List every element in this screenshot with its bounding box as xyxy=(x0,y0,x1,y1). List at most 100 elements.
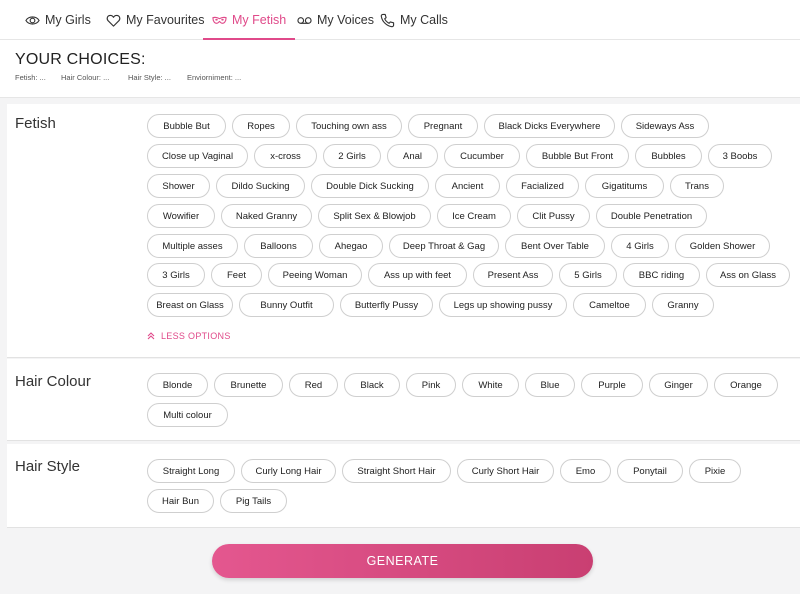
double-chevron-up-icon xyxy=(147,332,155,340)
hair-colour-summary: Hair Colour: ... xyxy=(61,73,110,82)
hair-colour-option[interactable]: Multi colour xyxy=(147,403,228,427)
fetish-option[interactable]: Touching own ass xyxy=(296,114,402,138)
hair-style-option[interactable]: Emo xyxy=(560,459,611,483)
fetish-option[interactable]: Gigatitums xyxy=(585,174,664,198)
fetish-option[interactable]: Bubble But Front xyxy=(526,144,629,168)
fetish-option[interactable]: Ass on Glass xyxy=(706,263,790,287)
fetish-option[interactable]: Facialized xyxy=(506,174,579,198)
hair-style-option[interactable]: Straight Short Hair xyxy=(342,459,451,483)
fetish-option[interactable]: Ropes xyxy=(232,114,290,138)
fetish-option[interactable]: Black Dicks Everywhere xyxy=(484,114,615,138)
fetish-option[interactable]: Bubbles xyxy=(635,144,702,168)
fetish-option[interactable]: Butterfly Pussy xyxy=(340,293,433,317)
fetish-option[interactable]: Breast on Glass xyxy=(147,293,233,317)
fetish-option[interactable]: Sideways Ass xyxy=(621,114,709,138)
eye-icon xyxy=(25,15,40,25)
tab-my-fetish[interactable]: My Fetish xyxy=(202,0,296,40)
choices-summary: YOUR CHOICES: Fetish: ... Hair Colour: .… xyxy=(0,40,800,98)
tab-label: My Fetish xyxy=(232,13,287,27)
top-navigation: My Girls My Favourites My Fetish My Voic… xyxy=(0,0,800,40)
hair-colour-option[interactable]: Red xyxy=(289,373,338,397)
mask-icon xyxy=(212,16,227,24)
fetish-option[interactable]: Balloons xyxy=(244,234,313,258)
fetish-option[interactable]: Golden Shower xyxy=(675,234,770,258)
tab-label: My Voices xyxy=(317,13,374,27)
hair-colour-option[interactable]: White xyxy=(462,373,519,397)
fetish-option[interactable]: Present Ass xyxy=(473,263,553,287)
heart-icon xyxy=(106,14,121,27)
section-title: Fetish xyxy=(15,115,56,132)
hair-colour-option[interactable]: Blue xyxy=(525,373,575,397)
hair-colour-section: Hair Colour xyxy=(7,359,800,441)
fetish-summary: Fetish: ... xyxy=(15,73,46,82)
environment-summary: Enviorniment: ... xyxy=(187,73,242,82)
fetish-option[interactable]: 3 Boobs xyxy=(708,144,772,168)
choices-title: YOUR CHOICES: xyxy=(15,51,146,68)
fetish-option[interactable]: Ice Cream xyxy=(437,204,511,228)
section-title: Hair Style xyxy=(15,458,81,475)
tab-label: My Calls xyxy=(400,13,448,27)
fetish-option[interactable]: Double Dick Sucking xyxy=(311,174,429,198)
hair-style-option[interactable]: Straight Long xyxy=(147,459,235,483)
fetish-option[interactable]: Close up Vaginal xyxy=(147,144,248,168)
fetish-option[interactable]: Bent Over Table xyxy=(505,234,605,258)
fetish-option[interactable]: Trans xyxy=(670,174,724,198)
fetish-option[interactable]: Wowifier xyxy=(147,204,215,228)
hair-style-option[interactable]: Pig Tails xyxy=(220,489,287,513)
fetish-option[interactable]: Legs up showing pussy xyxy=(439,293,567,317)
tab-my-calls[interactable]: My Calls xyxy=(380,0,448,40)
fetish-option[interactable]: Naked Granny xyxy=(221,204,312,228)
tab-my-favourites[interactable]: My Favourites xyxy=(106,0,205,40)
hair-style-option[interactable]: Hair Bun xyxy=(147,489,214,513)
fetish-option[interactable]: Anal xyxy=(387,144,438,168)
fetish-option[interactable]: Cameltoe xyxy=(573,293,646,317)
fetish-option[interactable]: Multiple asses xyxy=(147,234,238,258)
fetish-option[interactable]: Cucumber xyxy=(444,144,520,168)
fetish-option[interactable]: Clit Pussy xyxy=(517,204,590,228)
fetish-option[interactable]: Bunny Outfit xyxy=(239,293,334,317)
fetish-option[interactable]: x-cross xyxy=(254,144,317,168)
fetish-option[interactable]: Feet xyxy=(211,263,262,287)
hair-style-summary: Hair Style: ... xyxy=(128,73,171,82)
fetish-option[interactable]: Pregnant xyxy=(408,114,478,138)
fetish-option[interactable]: Deep Throat & Gag xyxy=(389,234,499,258)
fetish-option[interactable]: Peeing Woman xyxy=(268,263,362,287)
fetish-option[interactable]: Split Sex & Blowjob xyxy=(318,204,431,228)
fetish-option[interactable]: 3 Girls xyxy=(147,263,205,287)
hair-colour-option[interactable]: Blonde xyxy=(147,373,208,397)
hair-colour-option[interactable]: Orange xyxy=(714,373,778,397)
fetish-section: Fetish xyxy=(7,104,800,358)
hair-colour-option[interactable]: Brunette xyxy=(214,373,283,397)
fetish-option[interactable]: Ahegao xyxy=(319,234,383,258)
tab-my-girls[interactable]: My Girls xyxy=(25,0,91,40)
hair-colour-option[interactable]: Ginger xyxy=(649,373,708,397)
hair-colour-option[interactable]: Black xyxy=(344,373,400,397)
hair-style-option[interactable]: Ponytail xyxy=(617,459,683,483)
tab-label: My Girls xyxy=(45,13,91,27)
generate-button[interactable]: GENERATE xyxy=(212,544,593,578)
phone-icon xyxy=(380,13,395,27)
fetish-option[interactable]: Dildo Sucking xyxy=(216,174,305,198)
fetish-option[interactable]: Shower xyxy=(147,174,210,198)
fetish-option[interactable]: 5 Girls xyxy=(559,263,617,287)
fetish-option[interactable]: 2 Girls xyxy=(323,144,381,168)
tab-my-voices[interactable]: My Voices xyxy=(297,0,374,40)
hair-colour-option[interactable]: Pink xyxy=(406,373,456,397)
fetish-option[interactable]: Ancient xyxy=(435,174,500,198)
section-title: Hair Colour xyxy=(15,373,91,390)
fetish-option[interactable]: Bubble But xyxy=(147,114,226,138)
less-options-link[interactable]: LESS OPTIONS xyxy=(147,331,231,341)
hair-style-section: Hair Style xyxy=(7,444,800,528)
tab-label: My Favourites xyxy=(126,13,205,27)
hair-style-option[interactable]: Pixie xyxy=(689,459,741,483)
fetish-option[interactable]: Double Penetration xyxy=(596,204,707,228)
fetish-option[interactable]: Granny xyxy=(652,293,714,317)
fetish-option[interactable]: Ass up with feet xyxy=(368,263,467,287)
hair-style-option[interactable]: Curly Short Hair xyxy=(457,459,554,483)
hair-colour-option[interactable]: Purple xyxy=(581,373,643,397)
voicemail-icon xyxy=(297,16,312,24)
hair-style-option[interactable]: Curly Long Hair xyxy=(241,459,336,483)
fetish-option[interactable]: 4 Girls xyxy=(611,234,669,258)
fetish-option[interactable]: BBC riding xyxy=(623,263,700,287)
less-options-label: LESS OPTIONS xyxy=(161,331,231,341)
